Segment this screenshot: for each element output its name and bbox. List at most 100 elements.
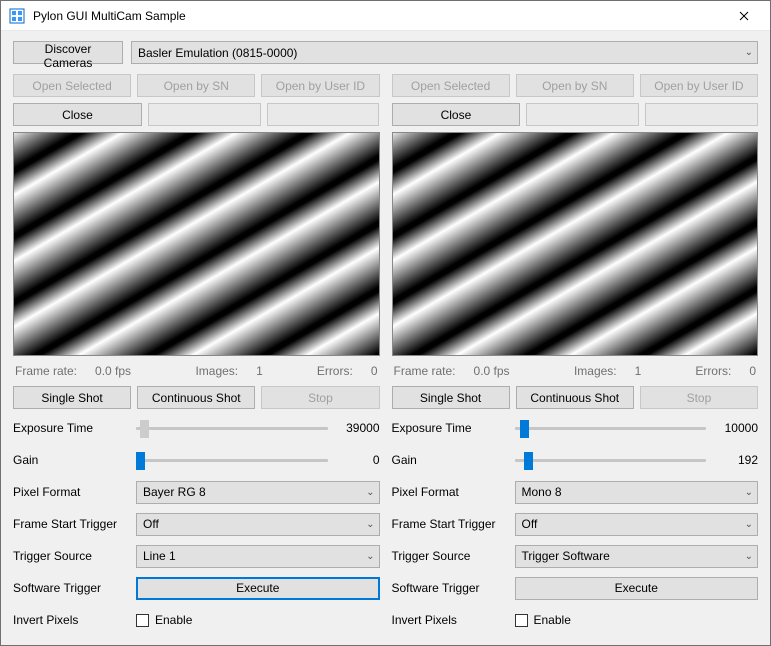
frame-start-trigger-label: Frame Start Trigger [13, 517, 128, 531]
preview-image [392, 132, 759, 356]
close-row: Close [392, 103, 759, 126]
gain-label: Gain [13, 453, 128, 467]
gain-slider[interactable] [515, 450, 707, 470]
chevron-down-icon: ⌄ [745, 519, 753, 530]
frame-rate-label: Frame rate: [394, 364, 456, 378]
open-selected-button[interactable]: Open Selected [392, 74, 510, 97]
open-selected-button[interactable]: Open Selected [13, 74, 131, 97]
invert-pixels-row: Invert Pixels Enable [392, 607, 759, 633]
window: Pylon GUI MultiCam Sample Discover Camer… [0, 0, 771, 646]
exposure-label: Exposure Time [392, 421, 507, 435]
chevron-down-icon: ⌄ [366, 519, 374, 530]
open-by-sn-button[interactable]: Open by SN [137, 74, 255, 97]
gain-slider[interactable] [136, 450, 328, 470]
shot-row: Single Shot Continuous Shot Stop [13, 386, 380, 409]
single-shot-button[interactable]: Single Shot [392, 386, 510, 409]
window-title: Pylon GUI MultiCam Sample [31, 9, 721, 23]
checkbox-box [515, 614, 528, 627]
exposure-slider[interactable] [515, 418, 707, 438]
chevron-down-icon: ⌄ [366, 487, 374, 498]
sn-input[interactable] [148, 103, 261, 126]
frame-rate-value: 0.0 fps [95, 364, 131, 378]
pixel-format-select[interactable]: Bayer RG 8 ⌄ [136, 481, 380, 504]
errors-value: 0 [371, 364, 378, 378]
images-label: Images: [195, 364, 238, 378]
status-bar: Frame rate: 0.0 fps Images: 1 Errors: 0 [13, 362, 380, 380]
exposure-row: Exposure Time 39000 [13, 415, 380, 441]
panels: Open Selected Open by SN Open by User ID… [13, 74, 758, 633]
execute-button[interactable]: Execute [136, 577, 380, 600]
enable-label: Enable [534, 613, 571, 627]
exposure-label: Exposure Time [13, 421, 128, 435]
frame-start-trigger-select[interactable]: Off ⌄ [515, 513, 759, 536]
frame-start-trigger-row: Frame Start Trigger Off ⌄ [13, 511, 380, 537]
stop-button[interactable]: Stop [640, 386, 758, 409]
checkbox-box [136, 614, 149, 627]
open-by-sn-button[interactable]: Open by SN [516, 74, 634, 97]
pixel-format-label: Pixel Format [13, 485, 128, 499]
frame-rate-label: Frame rate: [15, 364, 77, 378]
close-icon [739, 11, 749, 21]
stop-button[interactable]: Stop [261, 386, 379, 409]
open-row: Open Selected Open by SN Open by User ID [13, 74, 380, 97]
camera-panel-1: Open Selected Open by SN Open by User ID… [392, 74, 759, 633]
trigger-source-select[interactable]: Line 1 ⌄ [136, 545, 380, 568]
discover-row: Discover Cameras Basler Emulation (0815-… [13, 41, 758, 64]
software-trigger-label: Software Trigger [392, 581, 507, 595]
pixel-format-row: Pixel Format Bayer RG 8 ⌄ [13, 479, 380, 505]
camera-panel-0: Open Selected Open by SN Open by User ID… [13, 74, 380, 633]
errors-label: Errors: [317, 364, 353, 378]
single-shot-button[interactable]: Single Shot [13, 386, 131, 409]
gain-value: 192 [714, 453, 758, 467]
software-trigger-label: Software Trigger [13, 581, 128, 595]
trigger-source-row: Trigger Source Trigger Software ⌄ [392, 543, 759, 569]
client-area: Discover Cameras Basler Emulation (0815-… [1, 31, 770, 645]
user-id-input[interactable] [267, 103, 380, 126]
user-id-input[interactable] [645, 103, 758, 126]
pixel-format-row: Pixel Format Mono 8 ⌄ [392, 479, 759, 505]
enable-label: Enable [155, 613, 192, 627]
errors-label: Errors: [695, 364, 731, 378]
exposure-slider[interactable] [136, 418, 328, 438]
discover-cameras-button[interactable]: Discover Cameras [13, 41, 123, 64]
invert-pixels-checkbox[interactable]: Enable [136, 613, 380, 627]
open-by-user-id-button[interactable]: Open by User ID [640, 74, 758, 97]
frame-start-trigger-label: Frame Start Trigger [392, 517, 507, 531]
gain-row: Gain 192 [392, 447, 759, 473]
close-row: Close [13, 103, 380, 126]
exposure-value: 39000 [336, 421, 380, 435]
shot-row: Single Shot Continuous Shot Stop [392, 386, 759, 409]
pixel-format-select[interactable]: Mono 8 ⌄ [515, 481, 759, 504]
images-value: 1 [256, 364, 263, 378]
exposure-row: Exposure Time 10000 [392, 415, 759, 441]
camera-select[interactable]: Basler Emulation (0815-0000) ⌄ [131, 41, 758, 64]
camera-select-value: Basler Emulation (0815-0000) [138, 46, 745, 60]
trigger-source-row: Trigger Source Line 1 ⌄ [13, 543, 380, 569]
preview-image [13, 132, 380, 356]
invert-pixels-label: Invert Pixels [392, 613, 507, 627]
chevron-down-icon: ⌄ [745, 551, 753, 562]
execute-button[interactable]: Execute [515, 577, 759, 600]
trigger-source-select[interactable]: Trigger Software ⌄ [515, 545, 759, 568]
sn-input[interactable] [526, 103, 639, 126]
invert-pixels-label: Invert Pixels [13, 613, 128, 627]
open-row: Open Selected Open by SN Open by User ID [392, 74, 759, 97]
chevron-down-icon: ⌄ [366, 551, 374, 562]
frame-rate-value: 0.0 fps [474, 364, 510, 378]
software-trigger-row: Software Trigger Execute [392, 575, 759, 601]
invert-pixels-checkbox[interactable]: Enable [515, 613, 759, 627]
open-by-user-id-button[interactable]: Open by User ID [261, 74, 379, 97]
continuous-shot-button[interactable]: Continuous Shot [137, 386, 255, 409]
frame-start-trigger-select[interactable]: Off ⌄ [136, 513, 380, 536]
close-button[interactable]: Close [13, 103, 142, 126]
close-button[interactable]: Close [392, 103, 521, 126]
chevron-down-icon: ⌄ [745, 487, 753, 498]
images-label: Images: [574, 364, 617, 378]
continuous-shot-button[interactable]: Continuous Shot [516, 386, 634, 409]
gain-row: Gain 0 [13, 447, 380, 473]
trigger-source-label: Trigger Source [13, 549, 128, 563]
gain-label: Gain [392, 453, 507, 467]
window-close-button[interactable] [721, 1, 766, 31]
exposure-value: 10000 [714, 421, 758, 435]
invert-pixels-row: Invert Pixels Enable [13, 607, 380, 633]
